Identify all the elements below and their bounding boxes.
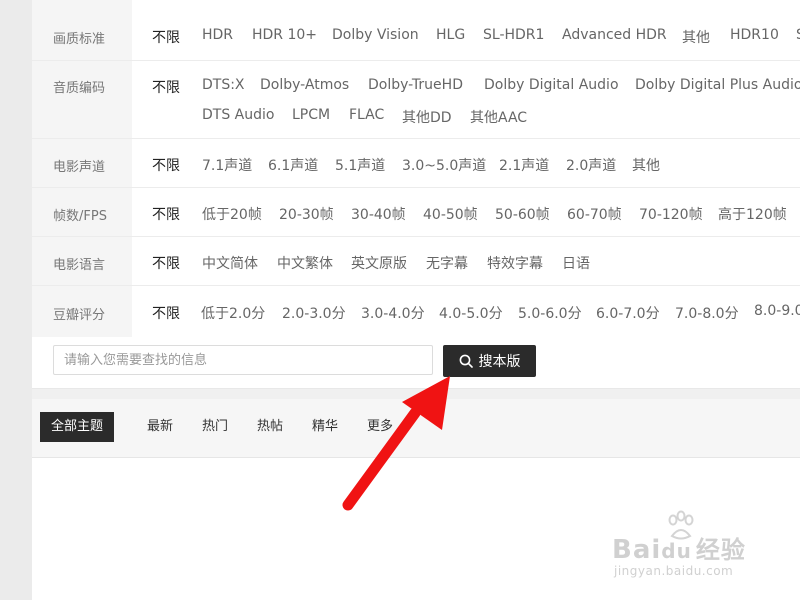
- filter-options: 不限 DTS:X Dolby-Atmos Dolby-TrueHD Dolby …: [152, 61, 800, 139]
- filter-label: 豆瓣评分: [32, 286, 132, 337]
- filter-options: 不限 低于2.0分 2.0-3.0分 3.0-4.0分 4.0-5.0分 5.0…: [152, 286, 800, 337]
- filter-option[interactable]: Dolby Digital Audio: [484, 77, 619, 93]
- tab-featured[interactable]: 精华: [312, 412, 338, 442]
- filter-row-channels: 电影声道 不限 7.1声道 6.1声道 5.1声道 3.0~5.0声道 2.1声…: [32, 138, 800, 188]
- filter-option[interactable]: FLAC: [349, 107, 384, 123]
- screenshot-root: 画质标准 不限 HDR HDR 10+ Dolby Vision HLG SL-…: [0, 0, 800, 600]
- filter-option[interactable]: Dolby-TrueHD: [368, 77, 463, 93]
- filter-option[interactable]: 其他DD: [402, 107, 452, 127]
- filter-option[interactable]: 低于2.0分: [201, 303, 265, 323]
- filter-option[interactable]: 4.0-5.0分: [439, 303, 503, 323]
- section-gap: [32, 389, 800, 399]
- filter-option[interactable]: HDR10: [730, 27, 779, 43]
- filter-label: 电影语言: [32, 237, 132, 286]
- filter-option[interactable]: 高于120帧: [718, 204, 787, 224]
- filter-option[interactable]: HDR: [202, 27, 233, 43]
- filter-option[interactable]: DTS Audio: [202, 107, 274, 123]
- filter-option[interactable]: 2.1声道: [499, 155, 549, 175]
- filter-option[interactable]: 7.1声道: [202, 155, 252, 175]
- filter-option[interactable]: Dolby-Atmos: [260, 77, 349, 93]
- tab-hot-posts[interactable]: 热帖: [257, 412, 283, 442]
- filter-option[interactable]: 不限: [152, 77, 180, 97]
- filter-option[interactable]: 6.1声道: [268, 155, 318, 175]
- filter-option[interactable]: SL-HDR1: [483, 27, 544, 43]
- tab-all-threads[interactable]: 全部主题: [40, 412, 115, 442]
- filter-option[interactable]: 2.0-3.0分: [282, 303, 346, 323]
- filter-option[interactable]: 不限: [152, 27, 180, 47]
- filter-option[interactable]: DTS:X: [202, 77, 245, 93]
- forum-panel: 画质标准 不限 HDR HDR 10+ Dolby Vision HLG SL-…: [32, 0, 800, 600]
- filter-row-fps: 帧数/FPS 不限 低于20帧 20-30帧 30-40帧 40-50帧 50-…: [32, 187, 800, 237]
- filter-options: 不限 中文简体 中文繁体 英文原版 无字幕 特效字幕 日语: [152, 237, 800, 286]
- filter-option[interactable]: 40-50帧: [423, 204, 478, 224]
- filter-row-audio: 音质编码 不限 DTS:X Dolby-Atmos Dolby-TrueHD D…: [32, 60, 800, 139]
- tab-more[interactable]: 更多: [367, 412, 393, 442]
- filter-option[interactable]: Advanced HDR: [562, 27, 667, 43]
- filter-option[interactable]: 其他: [682, 27, 710, 47]
- filter-row-douban: 豆瓣评分 不限 低于2.0分 2.0-3.0分 3.0-4.0分 4.0-5.0…: [32, 285, 800, 337]
- filter-option[interactable]: 8.0-9.0: [754, 303, 800, 319]
- filter-option[interactable]: 中文简体: [202, 253, 258, 273]
- thread-tabbar: 全部主题 最新 热门 热帖 精华 更多: [32, 399, 800, 458]
- filter-option[interactable]: 低于20帧: [202, 204, 262, 224]
- filter-label: 帧数/FPS: [32, 188, 132, 237]
- filter-row-language: 电影语言 不限 中文简体 中文繁体 英文原版 无字幕 特效字幕 日语: [32, 236, 800, 286]
- filter-option[interactable]: 5.0-6.0分: [518, 303, 582, 323]
- filter-option[interactable]: 30-40帧: [351, 204, 406, 224]
- filter-option[interactable]: Dolby Digital Plus Audio: [635, 77, 800, 93]
- search-button-label: 搜本版: [478, 354, 521, 370]
- filter-option[interactable]: 其他: [632, 155, 660, 175]
- filter-option[interactable]: 20-30帧: [279, 204, 334, 224]
- filter-option[interactable]: 不限: [152, 253, 180, 273]
- filter-label: 电影声道: [32, 139, 132, 188]
- filter-option[interactable]: 中文繁体: [277, 253, 333, 273]
- filter-option[interactable]: 特效字幕: [487, 253, 543, 273]
- search-input[interactable]: [53, 345, 433, 375]
- filter-option[interactable]: 70-120帧: [639, 204, 703, 224]
- filter-option[interactable]: 英文原版: [351, 253, 407, 273]
- filter-label: 画质标准: [32, 0, 132, 60]
- filter-option[interactable]: 2.0声道: [566, 155, 616, 175]
- filter-option[interactable]: 其他AAC: [470, 107, 527, 127]
- filter-option[interactable]: HDR 10+: [252, 27, 317, 43]
- filter-options: 不限 HDR HDR 10+ Dolby Vision HLG SL-HDR1 …: [152, 0, 800, 60]
- search-icon: [459, 354, 473, 368]
- filter-label: 音质编码: [32, 61, 132, 139]
- filter-option[interactable]: 不限: [152, 204, 180, 224]
- filter-option[interactable]: 5.1声道: [335, 155, 385, 175]
- tab-latest[interactable]: 最新: [147, 412, 173, 442]
- filter-options: 不限 7.1声道 6.1声道 5.1声道 3.0~5.0声道 2.1声道 2.0…: [152, 139, 800, 188]
- filter-option[interactable]: 不限: [152, 303, 180, 323]
- filter-option[interactable]: 50-60帧: [495, 204, 550, 224]
- filter-options: 不限 低于20帧 20-30帧 30-40帧 40-50帧 50-60帧 60-…: [152, 188, 800, 237]
- filter-option[interactable]: 日语: [562, 253, 590, 273]
- filter-option[interactable]: 7.0-8.0分: [675, 303, 739, 323]
- filter-option[interactable]: 3.0-4.0分: [361, 303, 425, 323]
- filter-option[interactable]: Dolby Vision: [332, 27, 419, 43]
- search-board-button[interactable]: 搜本版: [443, 345, 536, 377]
- tab-hot[interactable]: 热门: [202, 412, 228, 442]
- filter-option[interactable]: S: [796, 27, 800, 43]
- filter-table: 画质标准 不限 HDR HDR 10+ Dolby Vision HLG SL-…: [32, 0, 800, 389]
- filter-option[interactable]: 60-70帧: [567, 204, 622, 224]
- filter-row-quality: 画质标准 不限 HDR HDR 10+ Dolby Vision HLG SL-…: [32, 0, 800, 60]
- filter-option[interactable]: 3.0~5.0声道: [402, 155, 486, 175]
- filter-option[interactable]: 无字幕: [426, 253, 468, 273]
- filter-option[interactable]: HLG: [436, 27, 465, 43]
- filter-option[interactable]: LPCM: [292, 107, 330, 123]
- filter-option[interactable]: 不限: [152, 155, 180, 175]
- filter-option[interactable]: 6.0-7.0分: [596, 303, 660, 323]
